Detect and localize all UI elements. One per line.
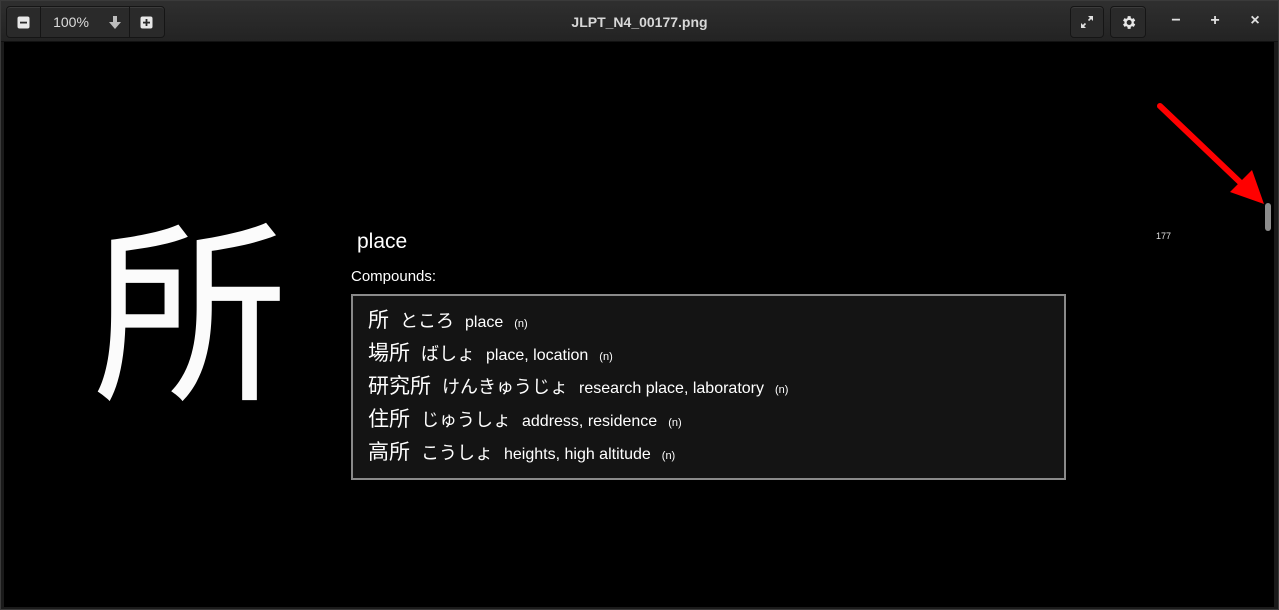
zoom-dropdown-button[interactable] [101,7,129,37]
titlebar: 100% JLPT_N4_00177.png − + × [1,1,1278,42]
arrow-down-icon [109,15,121,29]
red-arrow-annotation-icon [1157,103,1264,204]
compound-row: 高所 こうしょ heights, high altitude (n) [368,436,675,466]
settings-button[interactable] [1110,6,1146,38]
main-kanji: 所 [92,204,289,432]
compound-part-of-speech: (n) [514,318,528,330]
image-canvas: 所 place Compounds: 所 ところ place (n) 場所 ばし… [4,42,1274,607]
card-number: 177 [1156,231,1172,241]
compound-reading: じゅうしょ [421,410,511,431]
minus-square-icon [17,16,29,28]
compounds-label: Compounds: [351,268,437,285]
compound-meaning: research place, laboratory [579,380,764,397]
zoom-controls: 100% [6,6,165,38]
zoom-level-field[interactable]: 100% [41,7,101,37]
settings-button-inner[interactable] [1111,7,1145,37]
compound-meaning: heights, high altitude [504,446,651,463]
compound-reading: ばしょ [421,344,475,365]
compound-meaning: place [465,314,504,331]
plus-square-icon [140,16,153,28]
zoom-in-button[interactable] [130,7,163,37]
compound-kanji: 所 [368,308,389,332]
kanji-meaning: place [357,230,408,253]
compounds-list: 所 ところ place (n) 場所 ばしょ place, location (… [351,294,1066,480]
compound-row: 研究所 けんきゅうじょ research place, laboratory (… [368,370,788,400]
image-viewer-window: 100% JLPT_N4_00177.png − + × 所 place Com… [0,0,1279,610]
zoom-level-label: 100% [53,14,89,30]
compound-reading: けんきゅうじょ [442,377,568,398]
compound-row: 所 ところ place (n) [368,304,528,334]
compound-part-of-speech: (n) [774,384,789,396]
close-button[interactable]: × [1244,10,1266,32]
compound-part-of-speech: (n) [599,351,613,363]
compound-kanji: 場所 [368,341,410,365]
compound-part-of-speech: (n) [668,417,682,429]
minimize-button[interactable]: − [1165,10,1187,32]
scrollbar-thumb[interactable] [1265,203,1271,231]
compound-kanji: 住所 [368,407,410,431]
compound-kanji: 高所 [368,440,410,464]
compound-reading: こうしょ [421,443,493,464]
maximize-button[interactable]: + [1204,10,1226,32]
compound-row: 住所 じゅうしょ address, residence (n) [368,403,682,433]
fullscreen-button-inner[interactable] [1071,7,1103,37]
compound-part-of-speech: (n) [661,450,676,462]
compound-kanji: 研究所 [368,374,431,398]
zoom-out-button[interactable] [7,7,39,37]
compound-meaning: place, location [486,347,589,364]
expand-icon [1081,16,1093,28]
gear-icon [1122,15,1135,29]
compound-reading: ところ [400,311,454,332]
fullscreen-button[interactable] [1070,6,1104,38]
compound-row: 場所 ばしょ place, location (n) [368,337,613,367]
compound-meaning: address, residence [522,413,658,430]
